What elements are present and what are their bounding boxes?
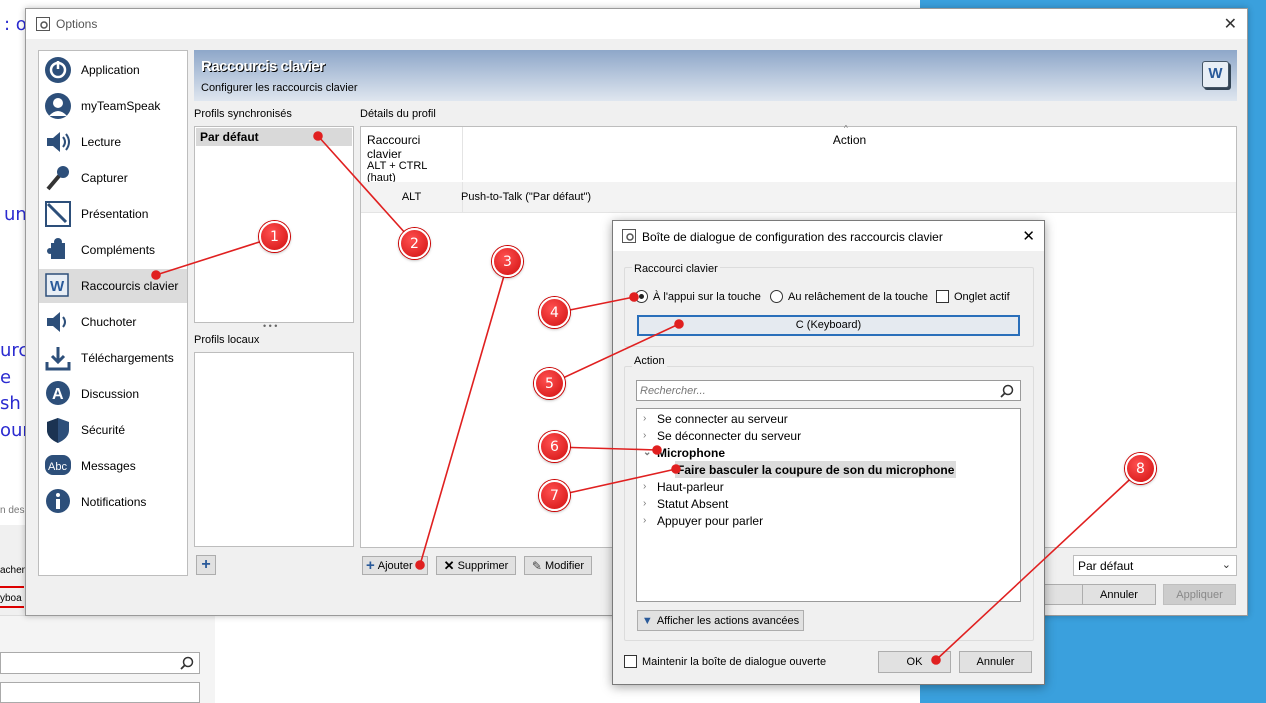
annotation-marker: 6 [539,431,570,462]
annotation-line [155,236,276,276]
annotation-dot [313,131,323,141]
annotation-line [554,468,677,497]
annotation-dot [674,319,684,329]
annotation-dot [151,270,161,280]
annotation-line [317,135,416,245]
annotation-dot [671,464,681,474]
annotation-marker: 5 [534,368,565,399]
annotation-marker: 7 [539,480,570,511]
annotation-line [935,468,1142,661]
annotation-marker: 8 [1125,453,1156,484]
annotation-line [549,323,680,385]
annotation-line [554,446,658,451]
annotation-marker: 2 [399,228,430,259]
annotation-marker: 3 [492,246,523,277]
annotation-dot [415,560,425,570]
annotation-dot [629,292,639,302]
annotation-marker: 1 [259,221,290,252]
annotation-dot [931,655,941,665]
annotation-marker: 4 [539,297,570,328]
annotation-dot [652,445,662,455]
annotation-line [419,261,509,566]
annotation-lines [151,131,1142,665]
